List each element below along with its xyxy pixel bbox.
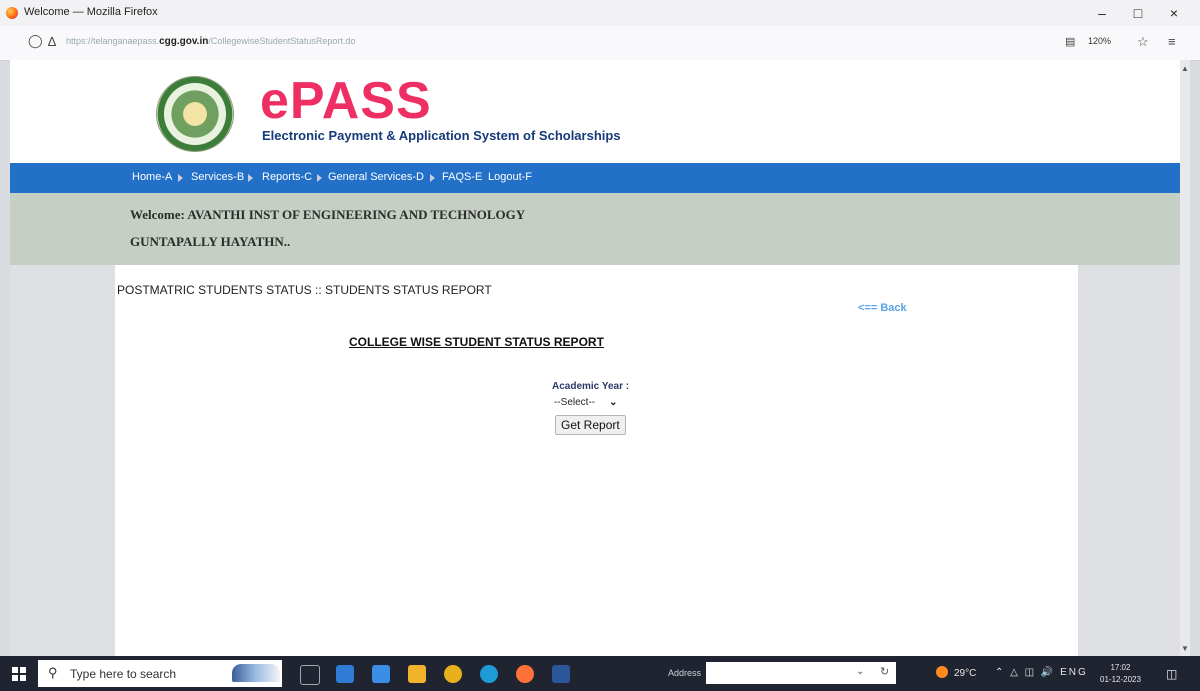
academic-year-label: Academic Year :: [552, 381, 630, 392]
weather-temp: 29°C: [954, 668, 977, 679]
system-tray[interactable]: ⌃ △ ◫ 🔊 ENG: [995, 667, 1088, 678]
url-bar[interactable]: ◯ ∆ https://telanganaepass.cgg.gov.in/Co…: [0, 26, 1200, 61]
web-page: ePASS Electronic Payment & Application S…: [10, 60, 1190, 656]
refresh-icon[interactable]: ↻: [880, 665, 889, 678]
search-icon: ⚲: [48, 665, 58, 680]
government-emblem: [156, 76, 234, 152]
window-title: Welcome — Mozilla Firefox: [24, 6, 158, 18]
taskbar-search[interactable]: ⚲ Type here to search: [38, 660, 282, 687]
scroll-down-icon[interactable]: ▼: [1181, 644, 1189, 653]
nav-faqs[interactable]: FAQS-E: [442, 171, 482, 183]
minimize-button[interactable]: –: [1086, 3, 1118, 23]
main-nav: Home-A Services-B Reports-C General Serv…: [10, 163, 1180, 193]
page-title: COLLEGE WISE STUDENT STATUS REPORT: [349, 335, 604, 349]
lock-icon[interactable]: ∆: [48, 34, 56, 49]
search-highlight-image: [232, 664, 280, 682]
report-content: POSTMATRIC STUDENTS STATUS :: STUDENTS S…: [115, 265, 1078, 656]
close-button[interactable]: ×: [1158, 3, 1190, 23]
folder-icon[interactable]: [408, 665, 426, 683]
scroll-up-icon[interactable]: ▲: [1181, 64, 1189, 73]
epass-logo: ePASS: [260, 72, 432, 130]
firefox-taskbar-icon[interactable]: [516, 665, 534, 683]
site-subtitle: Electronic Payment & Application System …: [262, 128, 621, 143]
address-toolbar-label: Address: [668, 668, 702, 678]
reader-icon[interactable]: ▤: [1065, 35, 1075, 48]
url-text[interactable]: https://telanganaepass.cgg.gov.in/Colleg…: [66, 36, 355, 47]
weather-widget[interactable]: 29°C: [936, 666, 976, 679]
nav-arrow-icon: [317, 174, 322, 182]
nav-arrow-icon: [248, 174, 253, 182]
task-view-icon[interactable]: [300, 665, 320, 685]
star-icon[interactable]: ☆: [1137, 34, 1149, 50]
welcome-text: Welcome: AVANTHI INST OF ENGINEERING AND…: [130, 207, 526, 222]
zoom-level[interactable]: 120%: [1088, 36, 1111, 46]
nav-reports[interactable]: Reports-C: [262, 171, 312, 183]
mail-icon[interactable]: [372, 665, 390, 683]
address-toolbar-input[interactable]: [706, 662, 896, 684]
taskbar-clock[interactable]: 17:02 01-12-2023: [1100, 662, 1141, 686]
edge-icon[interactable]: [480, 665, 498, 683]
nav-arrow-icon: [430, 174, 435, 182]
nav-home[interactable]: Home-A: [132, 171, 172, 183]
circle-icon: ◯: [28, 33, 43, 48]
back-link[interactable]: <== Back: [858, 302, 907, 314]
firefox-icon: [6, 7, 18, 19]
welcome-band: Welcome: AVANTHI INST OF ENGINEERING AND…: [10, 193, 1180, 265]
tray-language[interactable]: ENG: [1060, 667, 1088, 678]
site-header: ePASS Electronic Payment & Application S…: [10, 60, 1180, 163]
breadcrumb: POSTMATRIC STUDENTS STATUS :: STUDENTS S…: [117, 283, 492, 297]
academic-year-value: --Select--: [554, 397, 596, 408]
maximize-button[interactable]: □: [1122, 3, 1154, 23]
clock-time: 17:02: [1110, 663, 1131, 672]
taskbar-search-placeholder: Type here to search: [70, 667, 177, 681]
store-icon[interactable]: [336, 665, 354, 683]
menu-icon[interactable]: ≡: [1168, 34, 1176, 49]
chrome-icon[interactable]: [444, 665, 462, 683]
windows-taskbar: ⚲ Type here to search Address ⌄ ↻ 29°C ⌃…: [0, 656, 1200, 691]
academic-year-select[interactable]: --Select-- ⌄: [554, 397, 618, 408]
chevron-down-icon[interactable]: ⌄: [856, 666, 864, 677]
notification-icon[interactable]: ◫: [1166, 667, 1177, 681]
nav-general-services[interactable]: General Services-D: [328, 171, 424, 183]
page-scrollbar[interactable]: [1180, 60, 1190, 656]
get-report-button[interactable]: Get Report: [555, 415, 626, 435]
nav-services[interactable]: Services-B: [191, 171, 244, 183]
windows-start-icon[interactable]: [12, 667, 26, 681]
nav-logout[interactable]: Logout-F: [488, 171, 532, 183]
clock-date: 01-12-2023: [1100, 675, 1141, 684]
welcome-location: GUNTAPALLY HAYATHN..: [130, 234, 291, 249]
browser-title-bar: Welcome — Mozilla Firefox – □ ×: [0, 0, 1200, 26]
chevron-down-icon: ⌄: [609, 397, 618, 408]
nav-arrow-icon: [178, 174, 183, 182]
weather-sun-icon: [936, 666, 948, 678]
word-icon[interactable]: [552, 665, 570, 683]
